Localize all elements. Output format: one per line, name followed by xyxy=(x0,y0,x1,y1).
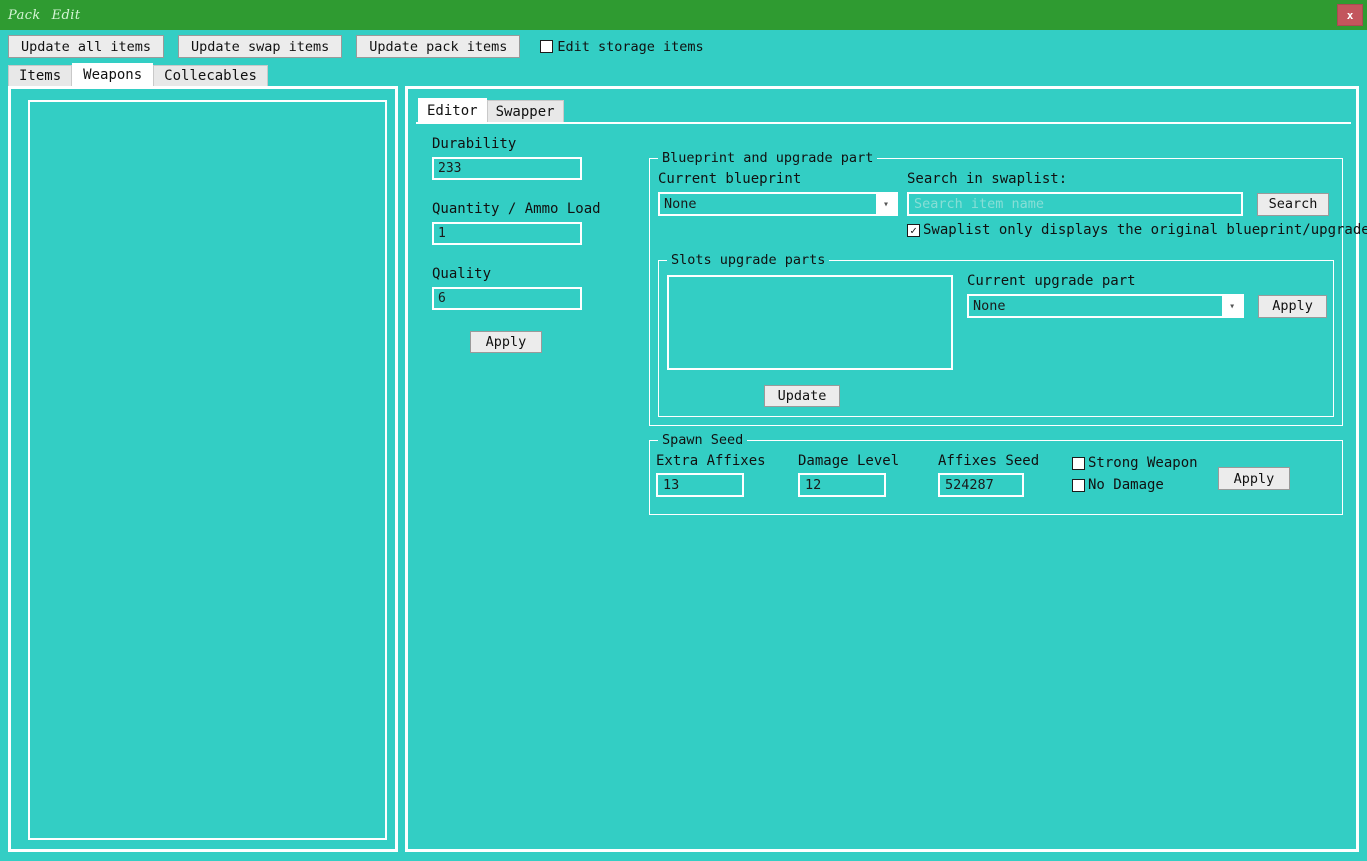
menu-bar: Pack Edit xyxy=(0,8,80,23)
blueprint-legend: Blueprint and upgrade part xyxy=(658,150,877,166)
current-upgrade-part-label: Current upgrade part xyxy=(967,273,1327,289)
affixes-seed-label: Affixes Seed xyxy=(938,453,1039,469)
apply-upgrade-part-button[interactable]: Apply xyxy=(1258,295,1327,318)
quantity-label: Quantity / Ammo Load xyxy=(432,201,662,217)
search-button[interactable]: Search xyxy=(1257,193,1329,216)
quality-label: Quality xyxy=(432,266,662,282)
menu-item-edit[interactable]: Edit xyxy=(52,8,81,23)
spawn-checkbox-group: Strong Weapon No Damage xyxy=(1072,455,1198,493)
spawn-seed-legend: Spawn Seed xyxy=(658,432,747,448)
slots-listbox[interactable] xyxy=(667,275,953,370)
weapon-stats-form: Durability 233 Quantity / Ammo Load 1 Qu… xyxy=(432,136,662,353)
damage-level-input[interactable]: 12 xyxy=(798,473,886,497)
extra-affixes-label: Extra Affixes xyxy=(656,453,766,469)
durability-input[interactable]: 233 xyxy=(432,157,582,180)
search-input[interactable]: Search item name xyxy=(907,192,1243,216)
extra-affixes-input[interactable]: 13 xyxy=(656,473,744,497)
no-damage-label: No Damage xyxy=(1088,477,1164,493)
quality-group: Quality 6 xyxy=(432,266,662,310)
chevron-down-icon[interactable]: ▾ xyxy=(1222,296,1242,316)
tab-swapper[interactable]: Swapper xyxy=(487,100,564,122)
toolbar: Update all items Update swap items Updat… xyxy=(0,30,1367,63)
blueprint-fieldset: Blueprint and upgrade part Current bluep… xyxy=(649,158,1343,426)
close-icon[interactable]: x xyxy=(1337,4,1363,26)
edit-storage-items-checkbox[interactable]: Edit storage items xyxy=(540,39,703,55)
editor-panel: Editor Swapper Durability 233 Quantity /… xyxy=(405,86,1359,852)
tab-items[interactable]: Items xyxy=(8,65,72,86)
editor-tab-strip: Editor Swapper xyxy=(418,98,564,122)
search-swaplist-group: Search in swaplist: Search item name Sea… xyxy=(907,171,1336,238)
slots-legend: Slots upgrade parts xyxy=(667,252,829,268)
affixes-seed-input[interactable]: 524287 xyxy=(938,473,1024,497)
title-bar: Pack Edit x xyxy=(0,0,1367,30)
spawn-seed-fieldset: Spawn Seed Extra Affixes 13 Damage Level… xyxy=(649,440,1343,515)
extra-affixes-group: Extra Affixes 13 xyxy=(656,453,766,497)
apply-spawn-seed-button[interactable]: Apply xyxy=(1218,467,1290,490)
strong-weapon-label: Strong Weapon xyxy=(1088,455,1198,471)
current-upgrade-part-select[interactable]: None ▾ xyxy=(967,294,1244,318)
editor-tab-content: Durability 233 Quantity / Ammo Load 1 Qu… xyxy=(416,122,1351,844)
current-blueprint-select[interactable]: None ▾ xyxy=(658,192,898,216)
item-list-box[interactable] xyxy=(28,100,387,840)
chevron-down-icon[interactable]: ▾ xyxy=(876,194,896,214)
checkbox-icon[interactable] xyxy=(1072,479,1085,492)
no-damage-checkbox[interactable]: No Damage xyxy=(1072,477,1198,493)
affixes-seed-group: Affixes Seed 524287 xyxy=(938,453,1039,497)
tab-weapons[interactable]: Weapons xyxy=(72,63,153,86)
current-upgrade-part-group: Current upgrade part None ▾ Apply xyxy=(967,273,1327,318)
update-slots-button[interactable]: Update xyxy=(764,385,840,407)
durability-group: Durability 233 xyxy=(432,136,662,180)
apply-stats-button[interactable]: Apply xyxy=(470,331,542,353)
checkbox-icon[interactable] xyxy=(907,224,920,237)
swaplist-filter-checkbox[interactable]: Swaplist only displays the original blue… xyxy=(907,222,1336,238)
search-swaplist-label: Search in swaplist: xyxy=(907,171,1336,187)
quantity-group: Quantity / Ammo Load 1 xyxy=(432,201,662,245)
quality-input[interactable]: 6 xyxy=(432,287,582,310)
checkbox-icon[interactable] xyxy=(1072,457,1085,470)
update-swap-items-button[interactable]: Update swap items xyxy=(178,35,342,58)
item-list-panel xyxy=(8,86,398,852)
tab-collecables[interactable]: Collecables xyxy=(153,65,268,86)
damage-level-group: Damage Level 12 xyxy=(798,453,899,497)
edit-storage-items-label: Edit storage items xyxy=(557,39,703,55)
strong-weapon-checkbox[interactable]: Strong Weapon xyxy=(1072,455,1198,471)
current-blueprint-group: Current blueprint None ▾ xyxy=(658,171,898,216)
update-pack-items-button[interactable]: Update pack items xyxy=(356,35,520,58)
current-blueprint-value: None xyxy=(660,194,876,214)
current-blueprint-label: Current blueprint xyxy=(658,171,898,187)
update-all-items-button[interactable]: Update all items xyxy=(8,35,164,58)
menu-item-pack[interactable]: Pack xyxy=(8,8,41,23)
damage-level-label: Damage Level xyxy=(798,453,899,469)
current-upgrade-part-value: None xyxy=(969,296,1222,316)
tab-editor[interactable]: Editor xyxy=(418,98,487,122)
quantity-input[interactable]: 1 xyxy=(432,222,582,245)
swaplist-filter-label: Swaplist only displays the original blue… xyxy=(923,222,1367,238)
main-tab-strip: Items Weapons Collecables xyxy=(8,64,268,86)
slots-fieldset: Slots upgrade parts Update Current upgra… xyxy=(658,260,1334,417)
durability-label: Durability xyxy=(432,136,662,152)
checkbox-icon[interactable] xyxy=(540,40,553,53)
